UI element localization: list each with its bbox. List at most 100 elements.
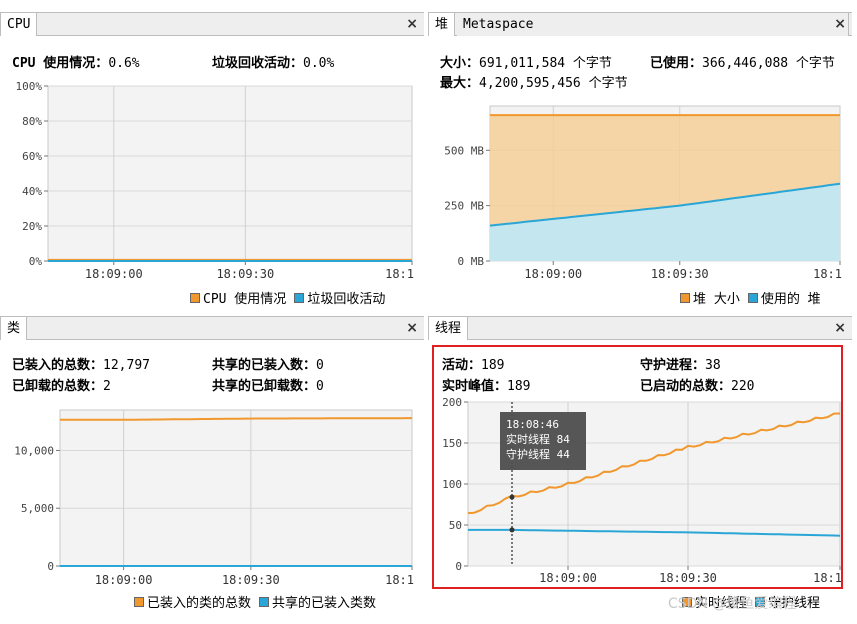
threads-titlebar: 线程 × bbox=[428, 316, 852, 340]
heap-chart: 500 MB 250 MB 0 MB 18:09:00 18:09:30 18:1 bbox=[444, 105, 842, 281]
threads-live-label: 活动： bbox=[442, 358, 482, 373]
plot-area bbox=[47, 85, 413, 262]
heap-max-value: 4,200,595,456 个字节 bbox=[479, 76, 628, 91]
y-tick-label: 0% bbox=[29, 255, 43, 268]
x-tick-label: 18:1 bbox=[813, 571, 842, 585]
threads-peak-stat: 实时峰值：189 bbox=[442, 375, 531, 394]
y-tick-label: 250 MB bbox=[444, 200, 484, 213]
legend-item-cpu-usage: CPU 使用情况 bbox=[190, 288, 286, 307]
y-tick-label: 100% bbox=[16, 80, 43, 93]
classes-loaded-value: 12,797 bbox=[103, 358, 150, 373]
threads-daemon-stat: 守护进程：38 bbox=[640, 354, 721, 373]
classes-shared-unloaded-label: 共享的已卸载数： bbox=[212, 379, 317, 394]
tooltip-live: 实时线程 84 bbox=[506, 432, 570, 446]
x-tick-label: 18:09:00 bbox=[539, 571, 597, 585]
classes-shared-loaded-stat: 共享的已装入数：0 bbox=[212, 354, 324, 373]
x-tick-label: 18:09:00 bbox=[95, 573, 153, 587]
hover-point-live bbox=[509, 494, 515, 500]
tab-metaspace[interactable]: Metaspace bbox=[457, 13, 849, 36]
classes-shared-unloaded-stat: 共享的已卸载数：0 bbox=[212, 375, 324, 394]
threads-started-stat: 已启动的总数：220 bbox=[640, 375, 755, 394]
legend-swatch-orange bbox=[134, 596, 144, 607]
tooltip-daemon: 守护线程 44 bbox=[506, 447, 570, 461]
threads-chart: 200 150 100 50 0 18:09:00 18:09:30 18:1 18:08:46… bbox=[442, 396, 842, 585]
legend-item-heap-size: 堆 大小 bbox=[680, 288, 740, 307]
plot-area bbox=[59, 409, 413, 567]
cpu-legend: CPU 使用情况 垃圾回收活动 bbox=[190, 288, 393, 307]
y-tick-label: 0 bbox=[47, 560, 54, 573]
classes-titlebar: 类 × bbox=[0, 316, 424, 340]
threads-panel: 线程 × 活动：189 守护进程：38 实时峰值：189 已启动的总数：220 … bbox=[428, 316, 852, 616]
x-tick-label: 18:09:30 bbox=[659, 571, 717, 585]
threads-started-label: 已启动的总数： bbox=[640, 379, 732, 394]
classes-unloaded-value: 2 bbox=[103, 379, 111, 394]
tab-heap[interactable]: 堆 bbox=[428, 13, 456, 36]
threads-started-value: 220 bbox=[731, 379, 755, 394]
heap-panel: 堆 Metaspace × 大小：691,011,584 个字节 已使用：366… bbox=[428, 12, 852, 312]
cpu-chart: 100% 80% 60% 40% 20% 0% 18:09:00 18:09:30 18:1 bbox=[16, 80, 415, 281]
y-tick-label: 500 MB bbox=[444, 144, 484, 157]
legend-label: CPU 使用情况 bbox=[203, 292, 287, 307]
cpu-usage-label: CPU 使用情况： bbox=[12, 56, 109, 71]
x-tick-label: 18:1 bbox=[385, 573, 414, 587]
classes-chart: 10,000 5,000 0 18:09:00 18:09:30 18:1 bbox=[14, 409, 414, 587]
y-tick-label: 200 bbox=[442, 396, 462, 409]
cpu-panel: CPU × CPU 使用情况：0.6% 垃圾回收活动：0.0% 100% 80% 6… bbox=[0, 12, 424, 312]
tab-classes[interactable]: 类 bbox=[0, 317, 28, 340]
y-tick-label: 0 MB bbox=[458, 255, 485, 268]
legend-swatch-orange bbox=[190, 292, 200, 303]
y-tick-label: 0 bbox=[455, 560, 462, 573]
threads-live-value: 189 bbox=[481, 358, 505, 373]
tab-cpu[interactable]: CPU bbox=[0, 13, 38, 36]
x-tick-label: 18:09:00 bbox=[524, 267, 582, 281]
close-icon[interactable]: × bbox=[834, 13, 846, 36]
cpu-titlebar: CPU × bbox=[0, 12, 424, 36]
heap-used-label: 已使用： bbox=[650, 56, 703, 71]
y-tick-label: 10,000 bbox=[14, 444, 54, 457]
legend-swatch-orange bbox=[680, 292, 690, 303]
close-icon[interactable]: × bbox=[406, 13, 418, 36]
y-tick-label: 5,000 bbox=[21, 502, 54, 515]
threads-peak-value: 189 bbox=[507, 379, 531, 394]
classes-shared-loaded-value: 0 bbox=[316, 358, 324, 373]
heap-used-stat: 已使用：366,446,088 个字节 bbox=[650, 52, 835, 71]
legend-label: 共享的已装入类数 bbox=[272, 596, 377, 611]
threads-daemon-label: 守护进程： bbox=[640, 358, 706, 373]
heap-used-value: 366,446,088 个字节 bbox=[702, 56, 835, 71]
gc-activity-value: 0.0% bbox=[303, 56, 335, 71]
classes-unloaded-stat: 已卸载的总数：2 bbox=[12, 375, 111, 394]
x-tick-label: 18:1 bbox=[813, 267, 842, 281]
y-tick-label: 60% bbox=[22, 150, 42, 163]
x-tick-label: 18:09:30 bbox=[222, 573, 280, 587]
threads-daemon-value: 38 bbox=[705, 358, 721, 373]
heap-legend: 堆 大小 使用的 堆 bbox=[680, 288, 829, 307]
legend-item-heap-used: 使用的 堆 bbox=[747, 288, 821, 307]
gc-activity-stat: 垃圾回收活动：0.0% bbox=[212, 52, 334, 71]
y-tick-label: 50 bbox=[449, 519, 462, 532]
y-tick-label: 40% bbox=[22, 185, 42, 198]
close-icon[interactable]: × bbox=[834, 317, 846, 340]
tooltip-time: 18:08:46 bbox=[506, 418, 559, 431]
hover-point-daemon bbox=[509, 527, 515, 533]
classes-panel: 类 × 已装入的总数：12,797 共享的已装入数：0 已卸载的总数：2 共享的… bbox=[0, 316, 424, 616]
legend-label: 使用的 堆 bbox=[760, 292, 821, 307]
legend-swatch-blue bbox=[294, 292, 305, 303]
tab-threads[interactable]: 线程 bbox=[428, 317, 469, 340]
close-icon[interactable]: × bbox=[406, 317, 418, 340]
heap-max-label: 最大： bbox=[440, 76, 480, 91]
classes-loaded-label: 已装入的总数： bbox=[12, 358, 104, 373]
y-tick-label: 20% bbox=[22, 220, 42, 233]
legend-item-classes-shared: 共享的已装入类数 bbox=[259, 592, 376, 611]
legend-label: 垃圾回收活动 bbox=[307, 292, 386, 307]
y-tick-label: 150 bbox=[442, 437, 462, 450]
legend-swatch-blue bbox=[747, 292, 758, 303]
y-tick-label: 80% bbox=[22, 115, 42, 128]
x-tick-label: 18:09:30 bbox=[216, 267, 274, 281]
legend-item-classes-loaded: 已装入的类的总数 bbox=[134, 592, 251, 611]
threads-live-stat: 活动：189 bbox=[442, 354, 505, 373]
watermark: CSDN @傻鱼爱编程 bbox=[668, 596, 797, 612]
heap-size-stat: 大小：691,011,584 个字节 bbox=[440, 52, 612, 71]
cpu-usage-stat: CPU 使用情况：0.6% bbox=[12, 52, 140, 71]
threads-peak-label: 实时峰值： bbox=[442, 379, 508, 394]
y-tick-label: 100 bbox=[442, 478, 462, 491]
